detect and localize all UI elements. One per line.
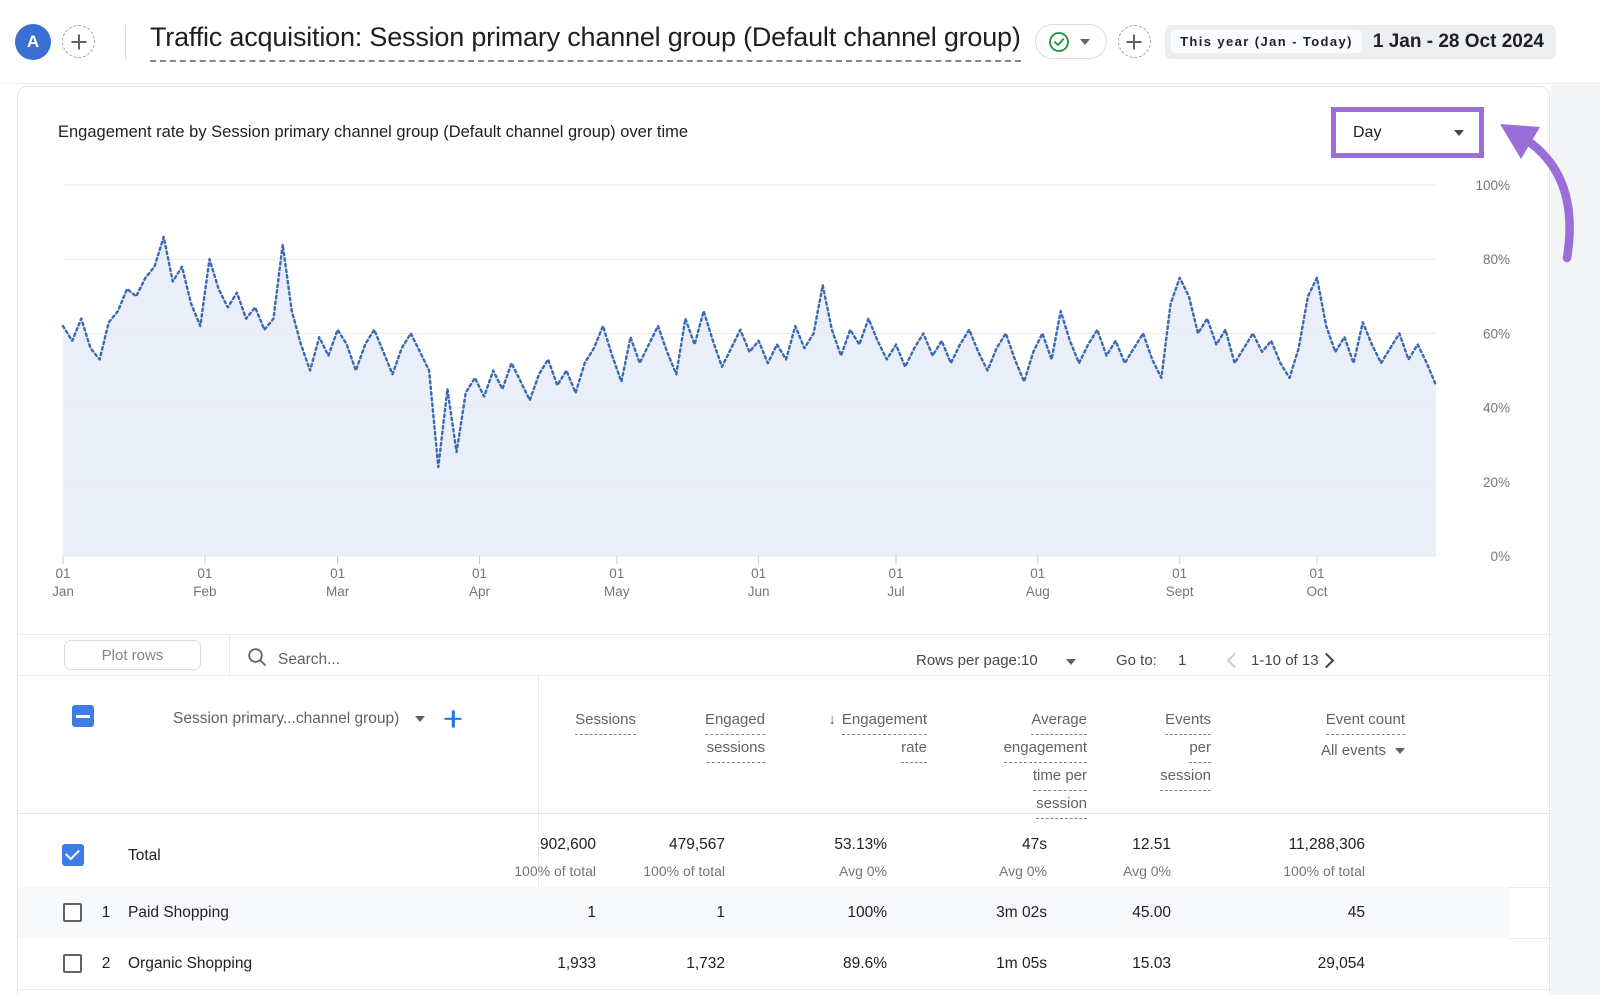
pagination-label: 1-10 of 13 — [1251, 652, 1319, 669]
engagement-rate-line-chart[interactable]: 0% 20% 40% 60% 80% 100% 01 Jan 01 Feb 01 Mar 01 Apr 01… — [18, 87, 1551, 617]
row-index: 1 — [95, 904, 117, 922]
svg-text:May: May — [604, 584, 630, 599]
avatar: A — [15, 24, 51, 60]
divider — [18, 675, 1551, 676]
top-bar: A Traffic acquisition: Session primary c… — [0, 0, 1600, 84]
svg-text:Apr: Apr — [469, 584, 491, 599]
event-count-filter[interactable]: All events — [1321, 738, 1405, 764]
report-status-badge[interactable] — [1035, 24, 1107, 59]
svg-text:01: 01 — [1030, 566, 1045, 581]
chevron-down-icon[interactable] — [415, 716, 425, 722]
rows-per-page-label: Rows per page: — [916, 652, 1021, 669]
cell-events-per-session: 15.03 — [1132, 955, 1171, 973]
search-icon — [247, 647, 267, 672]
select-all-checkbox[interactable] — [72, 705, 94, 727]
date-preset-label: This year (Jan - Today) — [1171, 30, 1362, 53]
row-channel-name: Paid Shopping — [128, 904, 229, 922]
svg-text:Jun: Jun — [748, 584, 770, 599]
total-label: Total — [128, 847, 161, 865]
svg-text:Aug: Aug — [1026, 584, 1050, 599]
search-input[interactable]: Search... — [278, 651, 838, 669]
column-header-events-per-session[interactable]: Events per session — [1160, 707, 1211, 791]
chevron-down-icon — [1080, 39, 1090, 45]
svg-text:01: 01 — [55, 566, 70, 581]
column-header-engagement-rate[interactable]: ↓Engagement rate — [828, 707, 927, 763]
total-row-checkbox[interactable] — [62, 844, 84, 866]
goto-label: Go to: — [1116, 652, 1157, 669]
add-report-button[interactable] — [62, 25, 95, 58]
svg-text:Mar: Mar — [326, 584, 350, 599]
divider — [125, 25, 126, 59]
table-row: 1 Paid Shopping 1 1 100% 3m 02s 45.00 45 — [18, 887, 1509, 938]
cell-event-count: 29,054 — [1318, 955, 1365, 973]
svg-text:80%: 80% — [1483, 252, 1510, 267]
svg-text:Sept: Sept — [1166, 584, 1194, 599]
svg-text:Jul: Jul — [887, 584, 904, 599]
row-channel-name: Organic Shopping — [128, 955, 252, 973]
cell-events-per-session: 45.00 — [1132, 904, 1171, 922]
add-comparison-button[interactable] — [1118, 25, 1151, 58]
svg-text:0%: 0% — [1490, 549, 1510, 564]
svg-text:01: 01 — [1309, 566, 1324, 581]
report-card: Engagement rate by Session primary chann… — [17, 86, 1550, 995]
column-header-sessions[interactable]: Sessions — [575, 707, 636, 735]
svg-text:Jan: Jan — [52, 584, 74, 599]
cell-engaged-sessions: 1 — [716, 904, 725, 922]
cell-avg-engagement-time: 3m 02s — [996, 904, 1047, 922]
plot-rows-button[interactable]: Plot rows — [64, 640, 201, 670]
svg-text:01: 01 — [888, 566, 903, 581]
chevron-down-icon[interactable] — [1066, 659, 1076, 665]
cell-engaged-sessions: 1,732 — [686, 955, 725, 973]
divider — [18, 989, 1551, 990]
column-header-event-count[interactable]: Event count All events — [1321, 707, 1405, 764]
svg-text:20%: 20% — [1483, 475, 1510, 490]
date-range-value: 1 Jan - 28 Oct 2024 — [1373, 31, 1544, 53]
dimension-header[interactable]: Session primary...channel group) — [173, 710, 399, 728]
column-header-engaged-sessions[interactable]: Engaged sessions — [705, 707, 765, 763]
ga4-traffic-acquisition-report: A Traffic acquisition: Session primary c… — [0, 0, 1600, 995]
svg-text:60%: 60% — [1483, 326, 1510, 341]
cell-engagement-rate: 100% — [847, 904, 887, 922]
check-circle-icon — [1048, 31, 1070, 53]
row-checkbox[interactable] — [63, 954, 82, 973]
svg-text:Feb: Feb — [193, 584, 216, 599]
svg-text:01: 01 — [1172, 566, 1187, 581]
svg-text:01: 01 — [609, 566, 624, 581]
rows-per-page-select[interactable]: 10 — [1021, 652, 1038, 669]
next-page-button[interactable] — [1319, 653, 1335, 669]
svg-text:Oct: Oct — [1306, 584, 1327, 599]
column-header-avg-engagement-time[interactable]: Average engagement time per session — [1004, 707, 1087, 819]
svg-text:01: 01 — [197, 566, 212, 581]
right-gutter — [1551, 85, 1600, 995]
total-sessions: 902,600100% of total — [514, 836, 596, 879]
cell-sessions: 1,933 — [557, 955, 596, 973]
total-events-per-session: 12.51Avg 0% — [1123, 836, 1171, 879]
add-dimension-button[interactable] — [441, 707, 465, 731]
svg-text:01: 01 — [330, 566, 345, 581]
goto-input[interactable]: 1 — [1178, 652, 1186, 669]
chevron-down-icon — [1395, 748, 1405, 754]
cell-event-count: 45 — [1348, 904, 1365, 922]
svg-text:01: 01 — [472, 566, 487, 581]
svg-text:40%: 40% — [1483, 401, 1510, 416]
previous-page-button[interactable] — [1227, 653, 1243, 669]
total-event-count: 11,288,306100% of total — [1283, 836, 1365, 879]
report-title[interactable]: Traffic acquisition: Session primary cha… — [150, 22, 1021, 62]
row-checkbox[interactable] — [63, 903, 82, 922]
cell-engagement-rate: 89.6% — [843, 955, 887, 973]
sort-descending-icon: ↓ — [828, 707, 836, 733]
svg-text:01: 01 — [751, 566, 766, 581]
cell-avg-engagement-time: 1m 05s — [996, 955, 1047, 973]
total-engaged-sessions: 479,567100% of total — [643, 836, 725, 879]
cell-sessions: 1 — [587, 904, 596, 922]
divider — [18, 634, 1551, 635]
date-range-picker[interactable]: This year (Jan - Today) 1 Jan - 28 Oct 2… — [1165, 25, 1556, 59]
divider — [229, 634, 230, 675]
svg-text:100%: 100% — [1475, 178, 1510, 193]
total-engagement-rate: 53.13%Avg 0% — [834, 836, 887, 879]
table-total-row: Total 902,600100% of total 479,567100% o… — [18, 813, 1509, 887]
total-avg-engagement-time: 47sAvg 0% — [999, 836, 1047, 879]
table-row: 2 Organic Shopping 1,933 1,732 89.6% 1m … — [18, 938, 1509, 989]
row-index: 2 — [95, 955, 117, 973]
